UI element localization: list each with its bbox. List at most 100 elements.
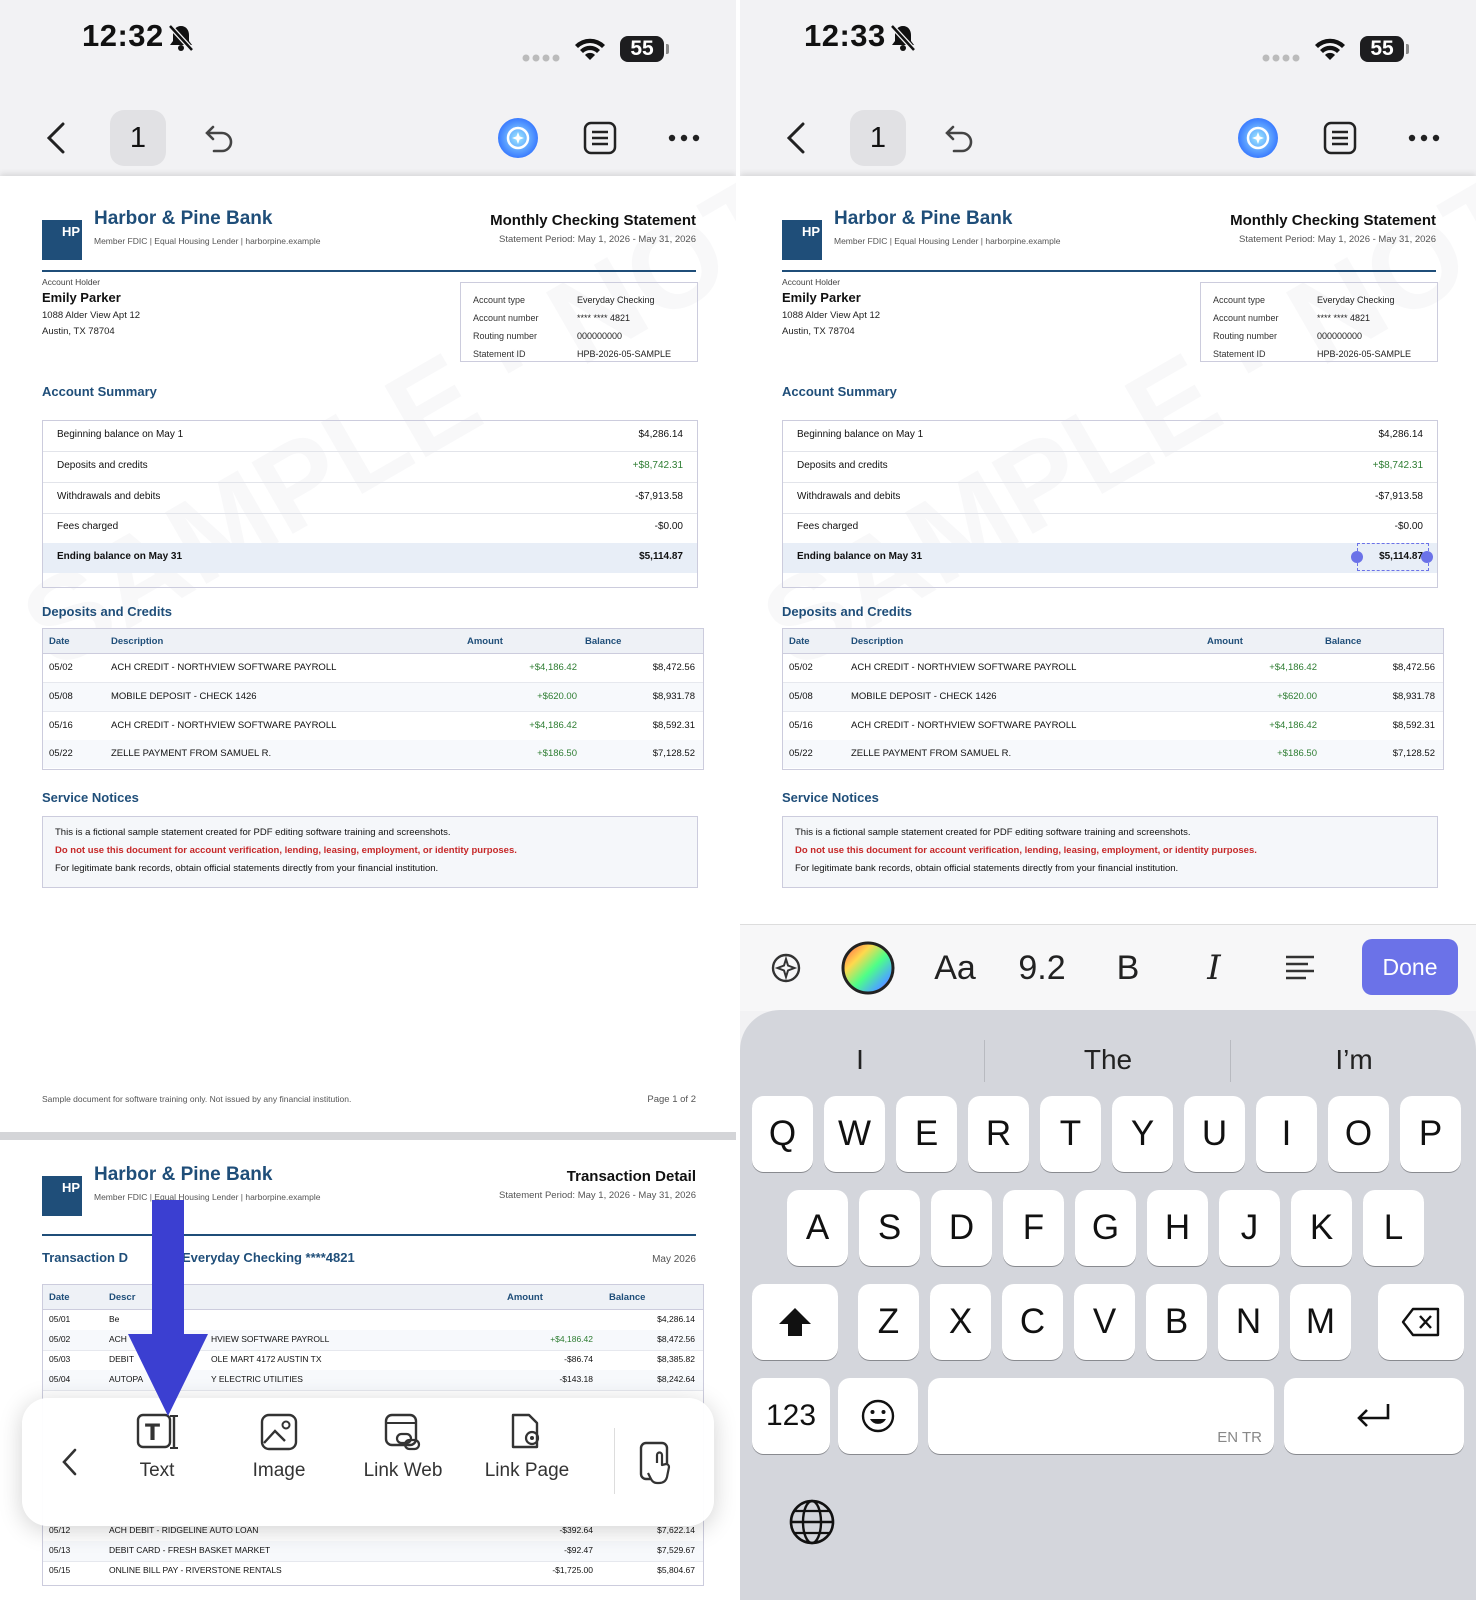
numbers-key[interactable]: 123 bbox=[752, 1378, 830, 1454]
key-l[interactable]: L bbox=[1363, 1190, 1424, 1266]
pdf-page-1[interactable]: SAMPLE · NOT REAL · SAMPLE HP Harbor & P… bbox=[740, 176, 1476, 926]
key-v[interactable]: V bbox=[1074, 1284, 1135, 1360]
key-z[interactable]: Z bbox=[858, 1284, 919, 1360]
font-button[interactable]: Aa bbox=[920, 925, 990, 1011]
key-h[interactable]: H bbox=[1147, 1190, 1208, 1266]
acct-label: Routing number bbox=[473, 331, 538, 341]
ai-assistant-button[interactable] bbox=[1234, 114, 1282, 162]
emoji-key[interactable] bbox=[838, 1378, 918, 1454]
address-line-1: 1088 Alder View Apt 12 bbox=[782, 310, 881, 321]
pdf-page-1[interactable]: SAMPLE · NOT REAL · SAMPLE HP Harbor & P… bbox=[0, 176, 736, 1132]
suggestion-divider bbox=[984, 1040, 985, 1082]
acct-label: Statement ID bbox=[473, 349, 526, 359]
backspace-key[interactable] bbox=[1378, 1284, 1464, 1360]
selection-handle-left[interactable] bbox=[1351, 551, 1363, 563]
shift-key[interactable] bbox=[752, 1284, 838, 1360]
return-key[interactable] bbox=[1284, 1378, 1464, 1454]
done-button[interactable]: Done bbox=[1362, 939, 1458, 995]
key-u[interactable]: U bbox=[1184, 1096, 1245, 1172]
statement-period: Statement Period: May 1, 2026 - May 31, … bbox=[499, 1190, 696, 1201]
transaction-title: Transaction D bbox=[42, 1250, 128, 1265]
key-i[interactable]: I bbox=[1256, 1096, 1317, 1172]
text-color-button[interactable] bbox=[836, 925, 900, 1011]
acct-label: Account number bbox=[473, 313, 539, 323]
outline-button[interactable] bbox=[1318, 116, 1362, 160]
key-y[interactable]: Y bbox=[1112, 1096, 1173, 1172]
ellipsis-icon bbox=[1408, 134, 1440, 142]
deposits-title: Deposits and Credits bbox=[782, 604, 913, 619]
key-b[interactable]: B bbox=[1146, 1284, 1207, 1360]
more-button[interactable] bbox=[662, 116, 706, 160]
bank-logo: HP bbox=[42, 220, 82, 260]
more-button[interactable] bbox=[1402, 116, 1446, 160]
header-rule bbox=[42, 270, 696, 272]
suggestion-1[interactable]: I bbox=[740, 1030, 980, 1090]
key-g[interactable]: G bbox=[1075, 1190, 1136, 1266]
summary-row: Withdrawals and debits -$7,913.58 bbox=[43, 483, 697, 514]
summary-row: Deposits and credits +$8,742.31 bbox=[43, 452, 697, 483]
space-key[interactable]: EN TR bbox=[928, 1378, 1274, 1454]
wifi-icon bbox=[1315, 38, 1345, 60]
suggestion-2[interactable]: The bbox=[988, 1030, 1228, 1090]
page-number-button[interactable]: 1 bbox=[850, 110, 906, 166]
summary-row: Fees charged -$0.00 bbox=[43, 513, 697, 544]
text-selection-box[interactable] bbox=[1357, 543, 1429, 571]
undo-button[interactable] bbox=[198, 118, 238, 158]
insert-action-bar: T Text Image Link Web Link Page bbox=[22, 1398, 714, 1526]
notices-box: This is a fictional sample statement cre… bbox=[782, 816, 1438, 888]
suggestion-3[interactable]: I’m bbox=[1234, 1030, 1474, 1090]
globe-key[interactable] bbox=[784, 1494, 840, 1550]
key-o[interactable]: O bbox=[1328, 1096, 1389, 1172]
link-web-button[interactable]: Link Web bbox=[348, 1412, 458, 1512]
touch-mode-button[interactable] bbox=[632, 1438, 682, 1488]
key-k[interactable]: K bbox=[1291, 1190, 1352, 1266]
image-icon bbox=[260, 1413, 298, 1451]
key-m[interactable]: M bbox=[1290, 1284, 1351, 1360]
notice-line: This is a fictional sample statement cre… bbox=[55, 827, 451, 838]
status-bar: 12:32 55 bbox=[0, 0, 736, 100]
insert-image-button[interactable]: Image bbox=[224, 1412, 334, 1512]
link-page-button[interactable]: Link Page bbox=[472, 1412, 582, 1512]
key-q[interactable]: Q bbox=[752, 1096, 813, 1172]
bold-button[interactable]: B bbox=[1100, 925, 1156, 1011]
outline-button[interactable] bbox=[578, 116, 622, 160]
ai-sparkle-icon bbox=[1238, 118, 1278, 158]
key-s[interactable]: S bbox=[859, 1190, 920, 1266]
ai-sparkle-icon bbox=[771, 953, 801, 983]
key-a[interactable]: A bbox=[787, 1190, 848, 1266]
key-n[interactable]: N bbox=[1218, 1284, 1279, 1360]
insert-text-button[interactable]: T Text bbox=[102, 1412, 212, 1512]
page-number-button[interactable]: 1 bbox=[110, 110, 166, 166]
ai-assistant-button[interactable] bbox=[494, 114, 542, 162]
align-button[interactable] bbox=[1272, 925, 1328, 1011]
summary-title: Account Summary bbox=[42, 384, 157, 399]
font-size-button[interactable]: 9.2 bbox=[1002, 925, 1082, 1011]
ai-format-button[interactable] bbox=[758, 925, 814, 1011]
action-bar-back-button[interactable] bbox=[52, 1442, 86, 1482]
key-p[interactable]: P bbox=[1400, 1096, 1461, 1172]
italic-button[interactable]: I bbox=[1186, 925, 1242, 1011]
key-w[interactable]: W bbox=[824, 1096, 885, 1172]
key-d[interactable]: D bbox=[931, 1190, 992, 1266]
summary-ending-row: Ending balance on May 31 $5,114.87 bbox=[43, 543, 697, 573]
key-e[interactable]: E bbox=[896, 1096, 957, 1172]
action-bar-divider bbox=[614, 1428, 615, 1494]
table-header: Date Description Amount Balance bbox=[783, 629, 1443, 654]
acct-value: **** **** 4821 bbox=[1317, 313, 1371, 323]
globe-icon bbox=[789, 1499, 835, 1545]
back-button[interactable] bbox=[778, 118, 814, 158]
key-j[interactable]: J bbox=[1219, 1190, 1280, 1266]
key-r[interactable]: R bbox=[968, 1096, 1029, 1172]
statement-period: Statement Period: May 1, 2026 - May 31, … bbox=[1239, 234, 1436, 245]
statement-title: Monthly Checking Statement bbox=[1230, 212, 1436, 229]
selection-handle-right[interactable] bbox=[1421, 551, 1433, 563]
key-f[interactable]: F bbox=[1003, 1190, 1064, 1266]
acct-label: Account type bbox=[473, 295, 526, 305]
pdf-page-2[interactable]: HP Harbor & Pine Bank Member FDIC | Equa… bbox=[0, 1140, 736, 1600]
back-button[interactable] bbox=[38, 118, 74, 158]
key-t[interactable]: T bbox=[1040, 1096, 1101, 1172]
key-x[interactable]: X bbox=[930, 1284, 991, 1360]
key-c[interactable]: C bbox=[1002, 1284, 1063, 1360]
left-phone-screen: 12:32 55 1 SAMPLE · NOT REAL · SAMPLE HP… bbox=[0, 0, 736, 1600]
undo-button[interactable] bbox=[938, 118, 978, 158]
